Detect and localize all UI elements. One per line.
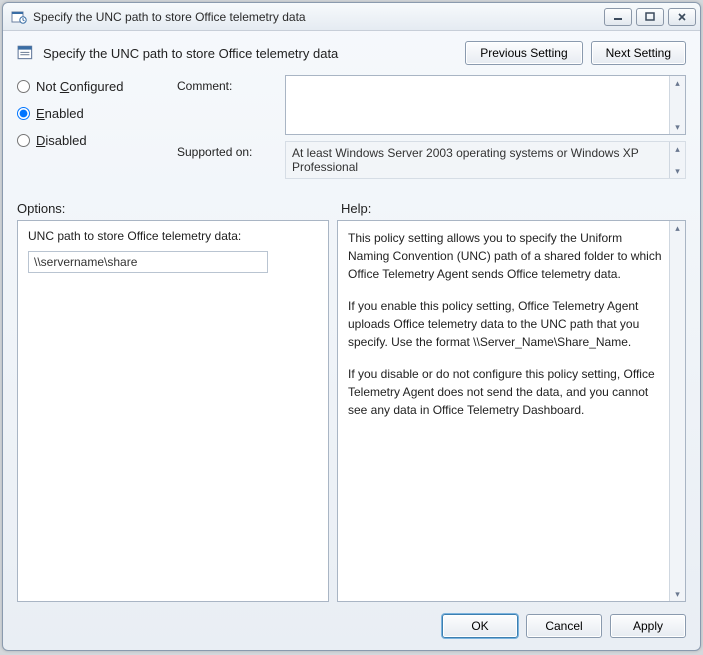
comment-textarea[interactable]: ▴ ▾ [285, 75, 686, 135]
scroll-down-icon: ▾ [670, 164, 685, 178]
help-text: This policy setting allows you to specif… [348, 229, 663, 419]
help-pane: This policy setting allows you to specif… [337, 220, 686, 602]
radio-disabled[interactable]: Disabled [17, 133, 177, 148]
scroll-down-icon: ▾ [670, 587, 685, 601]
unc-path-label: UNC path to store Office telemetry data: [28, 229, 318, 243]
panes: UNC path to store Office telemetry data:… [17, 220, 686, 602]
meta-column: Comment: ▴ ▾ Supported on: At least Wind… [177, 75, 686, 179]
minimize-button[interactable] [604, 8, 632, 26]
config-row: Not Configured Enabled Disabled Comment: [17, 75, 686, 179]
supported-scrollbar[interactable]: ▴ ▾ [669, 142, 685, 178]
unc-path-input[interactable] [28, 251, 268, 273]
scroll-up-icon: ▴ [670, 221, 685, 235]
help-paragraph: If you disable or do not configure this … [348, 365, 663, 419]
comment-label: Comment: [177, 75, 277, 93]
radio-disabled-input[interactable] [17, 134, 30, 147]
close-button[interactable] [668, 8, 696, 26]
titlebar: Specify the UNC path to store Office tel… [3, 3, 700, 31]
help-label: Help: [335, 201, 686, 216]
close-icon [677, 12, 687, 22]
radio-not-configured[interactable]: Not Configured [17, 79, 177, 94]
dialog-window: Specify the UNC path to store Office tel… [2, 2, 701, 651]
minimize-icon [613, 13, 623, 21]
cancel-button[interactable]: Cancel [526, 614, 602, 638]
options-label: Options: [17, 201, 335, 216]
maximize-button[interactable] [636, 8, 664, 26]
apply-button[interactable]: Apply [610, 614, 686, 638]
help-scrollbar[interactable]: ▴ ▾ [669, 221, 685, 601]
pane-labels: Options: Help: [17, 201, 686, 216]
radio-enabled-input[interactable] [17, 107, 30, 120]
scroll-up-icon: ▴ [670, 76, 685, 90]
scroll-up-icon: ▴ [670, 142, 685, 156]
page-title: Specify the UNC path to store Office tel… [43, 46, 457, 61]
radio-enabled[interactable]: Enabled [17, 106, 177, 121]
policy-icon [11, 9, 27, 25]
policy-icon [17, 44, 35, 62]
next-setting-button[interactable]: Next Setting [591, 41, 686, 65]
window-title: Specify the UNC path to store Office tel… [33, 10, 604, 24]
comment-scrollbar[interactable]: ▴ ▾ [669, 76, 685, 134]
maximize-icon [645, 12, 655, 22]
ok-button[interactable]: OK [442, 614, 518, 638]
help-paragraph: If you enable this policy setting, Offic… [348, 297, 663, 351]
comment-row: Comment: ▴ ▾ [177, 75, 686, 135]
previous-setting-button[interactable]: Previous Setting [465, 41, 582, 65]
window-buttons [604, 8, 696, 26]
header-row: Specify the UNC path to store Office tel… [17, 41, 686, 65]
options-pane: UNC path to store Office telemetry data: [17, 220, 329, 602]
supported-label: Supported on: [177, 141, 277, 159]
supported-row: Supported on: At least Windows Server 20… [177, 141, 686, 179]
scroll-down-icon: ▾ [670, 120, 685, 134]
supported-box: At least Windows Server 2003 operating s… [285, 141, 686, 179]
supported-value: At least Windows Server 2003 operating s… [292, 146, 639, 174]
dialog-footer: OK Cancel Apply [17, 602, 686, 638]
dialog-content: Specify the UNC path to store Office tel… [3, 31, 700, 650]
radio-not-configured-input[interactable] [17, 80, 30, 93]
state-radios: Not Configured Enabled Disabled [17, 75, 177, 179]
help-paragraph: This policy setting allows you to specif… [348, 229, 663, 283]
